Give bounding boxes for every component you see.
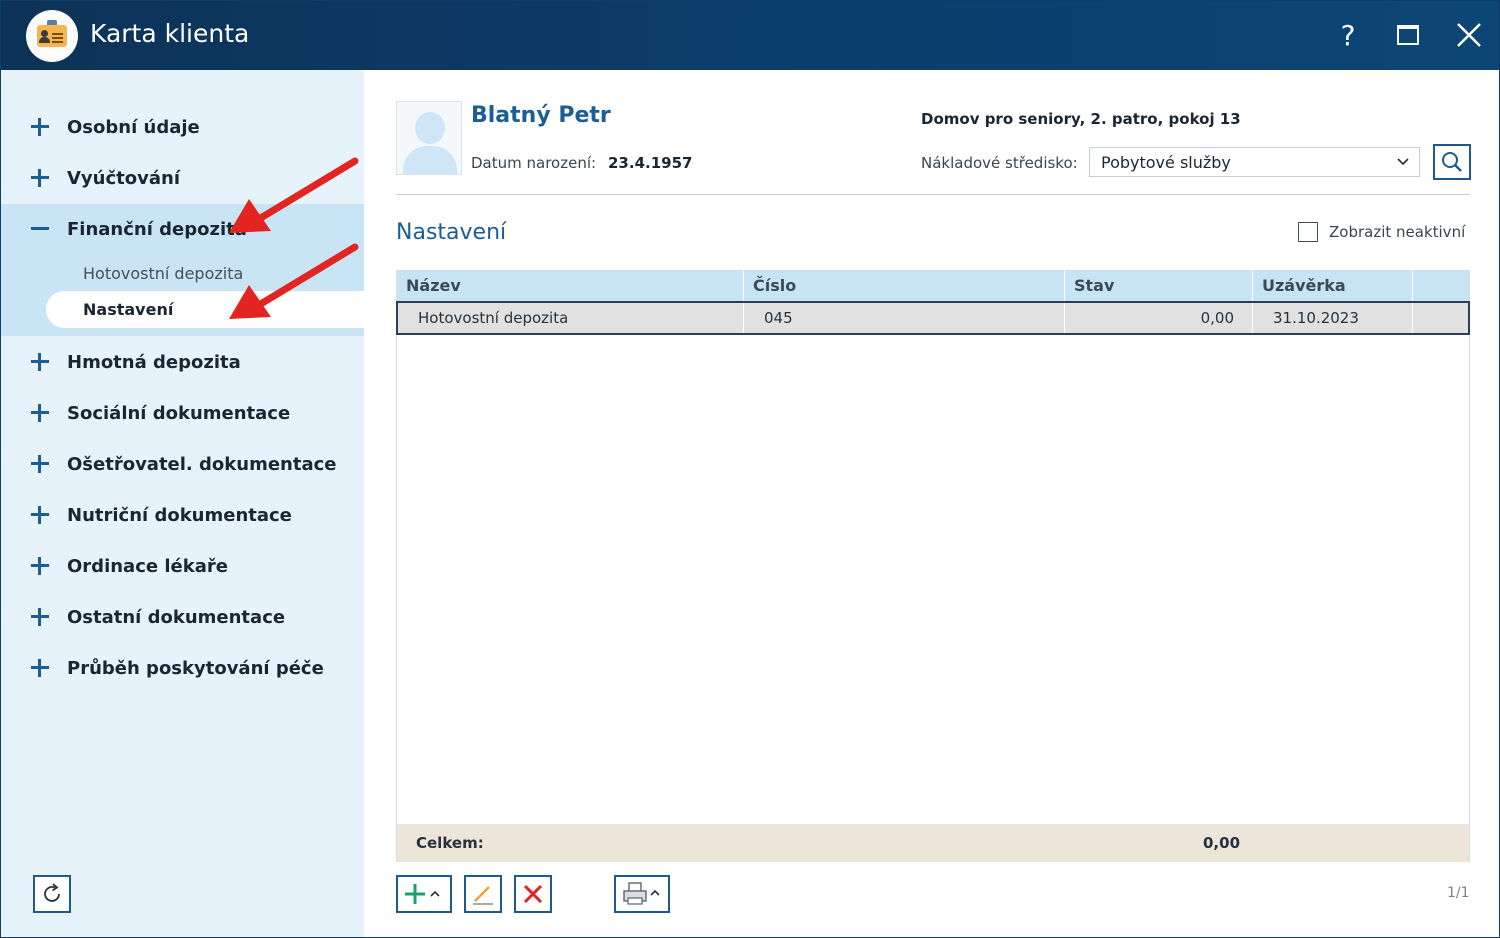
cost-center-label: Nákladové středisko: xyxy=(921,154,1078,172)
footer-total: 0,00 xyxy=(1203,834,1241,852)
app-icon xyxy=(26,10,78,62)
show-inactive-checkbox[interactable] xyxy=(1298,222,1318,242)
table-header: Název Číslo Stav Uzávěrka xyxy=(397,271,1469,301)
cell-stav: 0,00 xyxy=(1065,303,1253,333)
refresh-button[interactable] xyxy=(33,875,71,913)
add-button[interactable] xyxy=(396,875,452,913)
edit-button[interactable] xyxy=(464,875,502,913)
cost-center-value: Pobytové služby xyxy=(1101,153,1231,172)
sidebar-item-label: Ostatní dokumentace xyxy=(67,606,286,628)
plus-icon xyxy=(31,404,49,422)
sidebar-item-prubeh-pece[interactable]: Průběh poskytování péče xyxy=(1,644,364,692)
sidebar-item-label: Finanční depozita xyxy=(67,218,247,240)
window-title: Karta klienta xyxy=(90,19,250,48)
dob-value: 23.4.1957 xyxy=(608,154,693,172)
maximize-icon[interactable] xyxy=(1388,15,1428,55)
edit-icon xyxy=(473,886,493,905)
close-icon[interactable] xyxy=(1449,15,1489,55)
plus-icon xyxy=(31,659,49,677)
client-name: Blatný Petr xyxy=(471,103,611,128)
sidebar-item-label: Vyúčtování xyxy=(67,167,180,189)
sidebar-item-label: Osobní údaje xyxy=(67,116,200,138)
client-photo[interactable] xyxy=(396,101,462,175)
sidebar-item-osobni-udaje[interactable]: Osobní údaje xyxy=(1,103,364,151)
client-location: Domov pro seniory, 2. patro, pokoj 13 xyxy=(921,110,1241,128)
plus-icon xyxy=(31,608,49,626)
column-header-cislo[interactable]: Číslo xyxy=(744,271,1065,301)
sidebar-item-label: Nutriční dokumentace xyxy=(67,504,292,526)
cell-uzaverka: 31.10.2023 xyxy=(1253,303,1413,333)
column-header-uzaverka[interactable]: Uzávěrka xyxy=(1253,271,1413,301)
sidebar-subitem-hotovostni-depozita[interactable]: Hotovostní depozita xyxy=(83,264,243,283)
search-button[interactable] xyxy=(1433,144,1471,180)
sidebar-item-ordinace-lekare[interactable]: Ordinace lékaře xyxy=(1,542,364,590)
footer-label: Celkem: xyxy=(416,834,484,852)
deposits-table: Název Číslo Stav Uzávěrka Hotovostní dep… xyxy=(396,270,1470,862)
column-header-stav[interactable]: Stav xyxy=(1065,271,1253,301)
cost-center-select[interactable]: Pobytové služby xyxy=(1089,147,1420,177)
delete-icon xyxy=(523,884,543,904)
delete-button[interactable] xyxy=(514,875,552,913)
sidebar: Osobní údaje Vyúčtování Finanční depozit… xyxy=(1,70,364,937)
plus-icon xyxy=(31,506,49,524)
show-inactive-toggle[interactable]: Zobrazit neaktivní xyxy=(1298,222,1465,242)
column-header-nazev[interactable]: Název xyxy=(397,271,744,301)
sidebar-item-financni-depozita[interactable]: Finanční depozita xyxy=(1,205,364,253)
sidebar-item-hmotna-depozita[interactable]: Hmotná depozita xyxy=(1,338,364,386)
main-panel: Blatný Petr Datum narození: 23.4.1957 Do… xyxy=(364,70,1499,937)
add-icon xyxy=(405,884,440,904)
sidebar-subitem-label: Nastavení xyxy=(83,300,174,319)
dob-label: Datum narození: xyxy=(471,154,597,172)
help-icon[interactable]: ? xyxy=(1328,15,1368,55)
sidebar-subitem-nastaveni[interactable]: Nastavení xyxy=(46,291,364,328)
sidebar-item-label: Ordinace lékaře xyxy=(67,555,228,577)
pager: 1/1 xyxy=(1447,885,1470,901)
header-divider xyxy=(396,194,1470,195)
sidebar-item-nutricni-dokumentace[interactable]: Nutriční dokumentace xyxy=(1,491,364,539)
section-title: Nastavení xyxy=(396,220,507,245)
minus-icon xyxy=(31,220,49,238)
plus-icon xyxy=(31,455,49,473)
plus-icon xyxy=(31,118,49,136)
refresh-icon xyxy=(44,883,60,902)
sidebar-item-socialni-dokumentace[interactable]: Sociální dokumentace xyxy=(1,389,364,437)
sidebar-item-label: Sociální dokumentace xyxy=(67,402,291,424)
sidebar-item-label: Ošetřovatel. dokumentace xyxy=(67,453,337,475)
plus-icon xyxy=(31,353,49,371)
table-row[interactable]: Hotovostní depozita 045 0,00 31.10.2023 xyxy=(396,301,1470,335)
chevron-down-icon xyxy=(1397,158,1409,166)
cell-nazev: Hotovostní depozita xyxy=(398,303,744,333)
table-footer: Celkem: 0,00 xyxy=(397,824,1469,862)
plus-icon xyxy=(31,169,49,187)
search-icon xyxy=(1442,152,1462,172)
print-button[interactable] xyxy=(614,875,670,913)
print-icon xyxy=(623,882,660,905)
sidebar-item-label: Průběh poskytování péče xyxy=(67,657,324,679)
sidebar-item-label: Hmotná depozita xyxy=(67,351,241,373)
sidebar-item-vyuctovani[interactable]: Vyúčtování xyxy=(1,154,364,202)
column-header-extra xyxy=(1413,271,1469,301)
sidebar-item-ostatni-dokumentace[interactable]: Ostatní dokumentace xyxy=(1,593,364,641)
plus-icon xyxy=(31,557,49,575)
title-bar: Karta klienta ? xyxy=(1,1,1499,70)
client-card-window: Karta klienta ? Osobní údaje Vyúčtování … xyxy=(0,0,1500,938)
sidebar-item-osetrovatel-dokumentace[interactable]: Ošetřovatel. dokumentace xyxy=(1,440,364,488)
cell-cislo: 045 xyxy=(744,303,1065,333)
show-inactive-label: Zobrazit neaktivní xyxy=(1329,223,1466,241)
